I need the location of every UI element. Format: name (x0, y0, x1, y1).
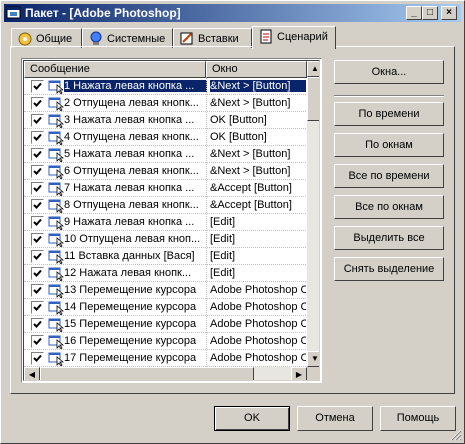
close-button[interactable]: × (441, 6, 457, 20)
inserts-icon (180, 32, 193, 45)
tab-system-label: Системные (107, 33, 166, 45)
tab-script[interactable]: Сценарий (252, 26, 336, 49)
tab-inserts[interactable]: Вставки (173, 28, 252, 48)
resize-grip-icon[interactable] (450, 429, 462, 441)
window-title: Пакет - [Adobe Photoshop] (25, 6, 181, 20)
script-icon (260, 29, 272, 44)
tab-panel (10, 46, 455, 394)
tab-general-label: Общие (36, 33, 73, 45)
tab-inserts-label: Вставки (198, 33, 239, 45)
tab-general[interactable]: Общие (11, 28, 82, 48)
ok-button[interactable]: OK (214, 406, 290, 431)
app-icon (6, 6, 21, 19)
minimize-button[interactable]: _ (406, 6, 422, 20)
tab-script-label: Сценарий (277, 31, 328, 43)
general-icon (18, 32, 32, 46)
tab-system[interactable]: Системные (82, 28, 173, 48)
system-icon (90, 31, 102, 45)
package-dialog: Пакет - [Adobe Photoshop] _ □ × Общие Си… (0, 0, 465, 444)
maximize-button[interactable]: □ (422, 6, 438, 20)
title-bar[interactable]: Пакет - [Adobe Photoshop] _ □ × (4, 4, 461, 22)
help-button[interactable]: Помощь (380, 406, 456, 431)
cancel-button[interactable]: Отмена (297, 406, 373, 431)
